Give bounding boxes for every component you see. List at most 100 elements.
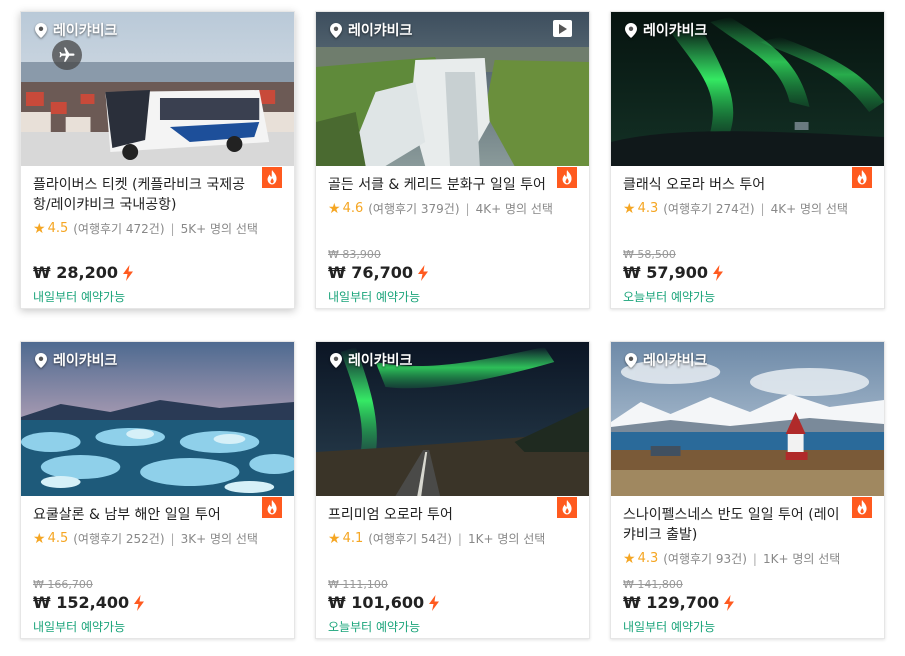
rating-row: ★ 4.5 (여행후기 252건) | 3K+ 명의 선택 <box>33 530 282 547</box>
rating-score: 4.3 <box>637 551 659 566</box>
divider: | <box>170 531 175 546</box>
availability-text: 내일부터 예약가능 <box>623 620 716 634</box>
availability-text: 내일부터 예약가능 <box>33 620 126 634</box>
chosen-count: 1K+ 명의 선택 <box>467 532 546 546</box>
divider: | <box>457 531 462 546</box>
price: ₩ 57,900 <box>623 263 724 282</box>
tour-thumbnail[interactable]: 레이캬비크 <box>611 342 884 496</box>
price-value: ₩ 57,900 <box>623 263 708 282</box>
location-text: 레이캬비크 <box>643 353 708 369</box>
map-pin-icon <box>35 23 47 38</box>
chosen-count: 5K+ 명의 선택 <box>180 222 258 236</box>
map-pin-icon <box>35 353 47 368</box>
video-play-icon[interactable] <box>553 20 572 37</box>
tour-card-golden-circle[interactable]: 레이캬비크 골든 서클 & 케리드 분화구 일일 투어 ★ 4.6 (여행후기 … <box>315 11 590 309</box>
tour-title[interactable]: 클래식 오로라 버스 투어 <box>623 175 872 195</box>
location-label: 레이캬비크 <box>330 20 412 40</box>
tour-thumbnail[interactable]: 레이캬비크 <box>611 12 884 166</box>
star-icon: ★ <box>623 550 636 567</box>
tour-card-classic-aurora[interactable]: 레이캬비크 클래식 오로라 버스 투어 ★ 4.3 (여행후기 274건) | … <box>610 11 885 309</box>
price-value: ₩ 28,200 <box>33 263 118 282</box>
availability-text: 오늘부터 예약가능 <box>623 290 716 304</box>
location-text: 레이캬비크 <box>348 23 413 39</box>
location-text: 레이캬비크 <box>348 353 413 369</box>
rating-score: 4.5 <box>47 221 69 236</box>
divider: | <box>752 551 757 566</box>
price-value: ₩ 129,700 <box>623 593 720 612</box>
original-price: ₩ 58,500 <box>623 248 676 261</box>
star-icon: ★ <box>328 530 341 547</box>
tour-title[interactable]: 스나이펠스네스 반도 일일 투어 (레이캬비크 출발) <box>623 505 872 545</box>
tour-title[interactable]: 골든 서클 & 케리드 분화구 일일 투어 <box>328 175 577 195</box>
review-count: (여행후기 274건) <box>663 202 755 216</box>
price-value: ₩ 101,600 <box>328 593 425 612</box>
instant-confirm-icon <box>723 595 735 611</box>
review-count: (여행후기 379건) <box>368 202 460 216</box>
chosen-count: 4K+ 명의 선택 <box>770 202 848 216</box>
original-price: ₩ 141,800 <box>623 578 683 591</box>
instant-confirm-icon <box>712 265 724 281</box>
original-price: ₩ 166,700 <box>33 578 93 591</box>
rating-score: 4.5 <box>47 531 69 546</box>
chosen-count: 1K+ 명의 선택 <box>762 552 841 566</box>
tour-thumbnail[interactable]: 레이캬비크 <box>21 12 294 166</box>
location-label: 레이캬비크 <box>330 350 412 370</box>
divider: | <box>465 201 470 216</box>
price: ₩ 129,700 <box>623 593 735 612</box>
instant-confirm-icon <box>133 595 145 611</box>
star-icon: ★ <box>328 200 341 217</box>
review-count: (여행후기 472건) <box>73 222 165 236</box>
original-price: ₩ 111,100 <box>328 578 388 591</box>
tour-thumbnail[interactable]: 레이캬비크 <box>316 12 589 166</box>
chosen-count: 4K+ 명의 선택 <box>475 202 553 216</box>
tour-card-flybus[interactable]: 레이캬비크 플라이버스 티켓 (케플라비크 국제공항/레이캬비크 국내공항) ★… <box>20 11 295 309</box>
rating-row: ★ 4.1 (여행후기 54건) | 1K+ 명의 선택 <box>328 530 577 547</box>
tour-thumbnail[interactable]: 레이캬비크 <box>21 342 294 496</box>
rating-row: ★ 4.5 (여행후기 472건) | 5K+ 명의 선택 <box>33 220 282 237</box>
tour-title[interactable]: 프리미엄 오로라 투어 <box>328 505 577 525</box>
location-label: 레이캬비크 <box>625 350 707 370</box>
map-pin-icon <box>330 353 342 368</box>
price: ₩ 76,700 <box>328 263 429 282</box>
chosen-count: 3K+ 명의 선택 <box>180 532 258 546</box>
rating-row: ★ 4.3 (여행후기 93건) | 1K+ 명의 선택 <box>623 550 872 567</box>
map-pin-icon <box>330 23 342 38</box>
divider: | <box>760 201 765 216</box>
price: ₩ 101,600 <box>328 593 440 612</box>
tour-title[interactable]: 요쿨살론 & 남부 해안 일일 투어 <box>33 505 282 525</box>
tour-title[interactable]: 플라이버스 티켓 (케플라비크 국제공항/레이캬비크 국내공항) <box>33 175 282 215</box>
map-pin-icon <box>625 353 637 368</box>
price-value: ₩ 152,400 <box>33 593 130 612</box>
rating-score: 4.1 <box>342 531 364 546</box>
price: ₩ 28,200 <box>33 263 134 282</box>
instant-confirm-icon <box>122 265 134 281</box>
location-label: 레이캬비크 <box>625 20 707 40</box>
tour-card-snaefellsnes[interactable]: 레이캬비크 스나이펠스네스 반도 일일 투어 (레이캬비크 출발) ★ 4.3 … <box>610 341 885 639</box>
divider: | <box>170 221 175 236</box>
star-icon: ★ <box>33 220 46 237</box>
availability-text: 오늘부터 예약가능 <box>328 620 421 634</box>
rating-score: 4.3 <box>637 201 659 216</box>
tour-thumbnail[interactable]: 레이캬비크 <box>316 342 589 496</box>
availability-text: 내일부터 예약가능 <box>328 290 421 304</box>
rating-score: 4.6 <box>342 201 364 216</box>
price-value: ₩ 76,700 <box>328 263 413 282</box>
location-text: 레이캬비크 <box>643 23 708 39</box>
instant-confirm-icon <box>428 595 440 611</box>
star-icon: ★ <box>623 200 636 217</box>
airplane-icon <box>52 40 82 70</box>
rating-row: ★ 4.6 (여행후기 379건) | 4K+ 명의 선택 <box>328 200 577 217</box>
review-count: (여행후기 252건) <box>73 532 165 546</box>
star-icon: ★ <box>33 530 46 547</box>
original-price: ₩ 83,900 <box>328 248 381 261</box>
location-text: 레이캬비크 <box>53 353 118 369</box>
tour-card-premium-aurora[interactable]: 레이캬비크 프리미엄 오로라 투어 ★ 4.1 (여행후기 54건) | 1K+… <box>315 341 590 639</box>
price: ₩ 152,400 <box>33 593 145 612</box>
tour-card-jokulsarlon[interactable]: 레이캬비크 요쿨살론 & 남부 해안 일일 투어 ★ 4.5 (여행후기 252… <box>20 341 295 639</box>
location-label: 레이캬비크 <box>35 20 117 40</box>
location-label: 레이캬비크 <box>35 350 117 370</box>
rating-row: ★ 4.3 (여행후기 274건) | 4K+ 명의 선택 <box>623 200 872 217</box>
instant-confirm-icon <box>417 265 429 281</box>
review-count: (여행후기 93건) <box>663 552 747 566</box>
location-text: 레이캬비크 <box>53 23 118 39</box>
